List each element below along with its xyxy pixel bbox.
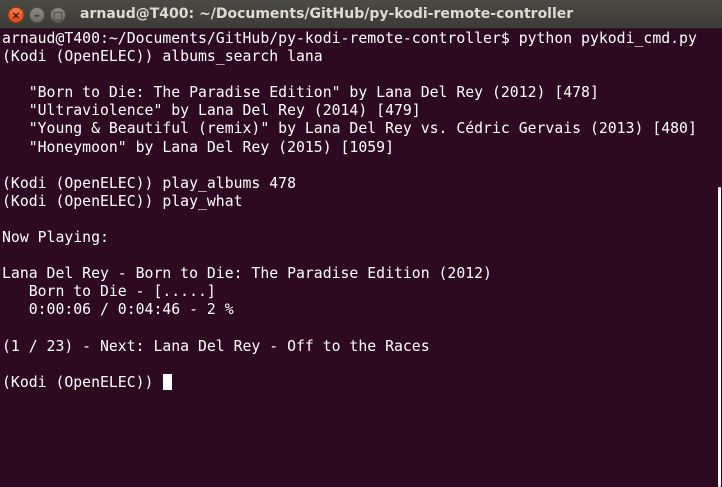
prompt-line[interactable]: (Kodi (OpenELEC)) bbox=[0, 373, 716, 392]
close-icon: × bbox=[11, 8, 21, 22]
terminal-line: Now Playing: bbox=[2, 229, 109, 247]
terminal-line: (Kodi (OpenELEC)) play_albums 478 bbox=[2, 174, 296, 192]
minimize-icon: – bbox=[34, 8, 40, 22]
maximize-button[interactable]: □ bbox=[50, 7, 66, 23]
terminal-output[interactable]: arnaud@T400:~/Documents/GitHub/py-kodi-r… bbox=[0, 30, 716, 462]
terminal-line: (Kodi (OpenELEC)) albums_search lana bbox=[2, 48, 323, 66]
minimize-button[interactable]: – bbox=[29, 7, 45, 23]
maximize-icon: □ bbox=[52, 8, 64, 22]
terminal-window: × – □ arnaud@T400: ~/Documents/GitHub/py… bbox=[0, 0, 722, 487]
text-cursor bbox=[163, 373, 173, 390]
terminal-line: Born to Die - [.....] bbox=[2, 283, 216, 301]
scrollbar[interactable] bbox=[716, 30, 722, 487]
scrollbar-thumb[interactable] bbox=[718, 187, 721, 487]
terminal-line: arnaud@T400:~/Documents/GitHub/py-kodi-r… bbox=[2, 30, 697, 47]
terminal-line: "Ultraviolence" by Lana Del Rey (2014) [… bbox=[2, 102, 421, 120]
terminal-line: Lana Del Rey - Born to Die: The Paradise… bbox=[2, 265, 492, 283]
terminal-line: "Honeymoon" by Lana Del Rey (2015) [1059… bbox=[2, 138, 394, 156]
terminal-line: (Kodi (OpenELEC)) play_what bbox=[2, 192, 243, 210]
terminal-line: "Born to Die: The Paradise Edition" by L… bbox=[2, 84, 599, 102]
terminal-line: 0:00:06 / 0:04:46 - 2 % bbox=[2, 301, 234, 319]
terminal-line: "Young & Beautiful (remix)" by Lana Del … bbox=[2, 120, 697, 138]
title-bar[interactable]: × – □ arnaud@T400: ~/Documents/GitHub/py… bbox=[0, 0, 722, 29]
shell-prompt: (Kodi (OpenELEC)) bbox=[2, 373, 163, 391]
close-button[interactable]: × bbox=[8, 7, 24, 23]
terminal-line: (1 / 23) - Next: Lana Del Rey - Off to t… bbox=[2, 337, 430, 355]
window-title: arnaud@T400: ~/Documents/GitHub/py-kodi-… bbox=[80, 6, 574, 22]
